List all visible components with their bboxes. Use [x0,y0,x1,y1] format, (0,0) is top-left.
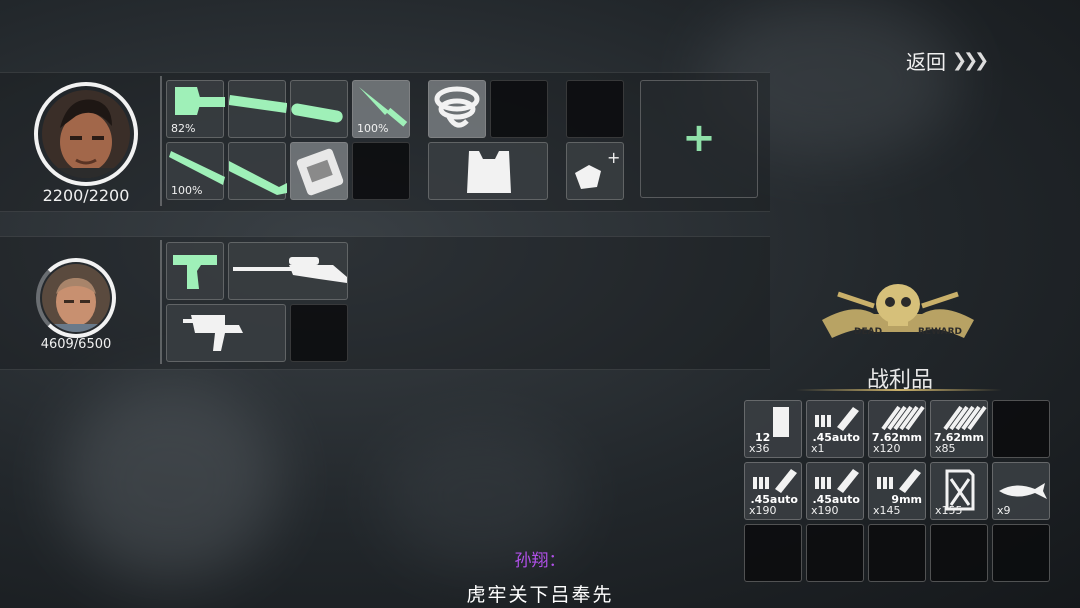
hp-value: 2200/2200 [42,186,130,205]
loot-slot-fuel-can[interactable]: x155 [930,462,988,520]
quantity-label: x120 [873,442,901,455]
loot-slot-rifle-ammo[interactable]: 7.62mm x85 [930,400,988,458]
survivor-portrait[interactable] [34,82,138,186]
equip-slot-axe[interactable]: 82% [166,80,225,138]
equip-slot-axe-handle-end[interactable] [290,80,348,138]
loot-slot-ammo[interactable]: 9mm x145 [868,462,926,520]
emblem-text-left: DEAD [854,327,882,337]
quantity-label: x190 [811,504,839,517]
quantity-label: x36 [749,442,770,455]
hp-value: 4609/6500 [40,337,112,352]
equip-slot-smg[interactable] [166,304,286,362]
condition-label: 100% [357,122,389,135]
equip-slot-empty[interactable] [352,142,410,200]
equip-slot-sniper-rifle[interactable] [228,242,348,300]
quantity-label: x9 [997,504,1011,517]
equip-slot-baseball-bat[interactable]: 100% [166,142,225,200]
condition-label: 100% [171,184,203,197]
subtitle-line: 虎牢关下吕奉先 [466,584,614,606]
divider [160,240,162,364]
loot-slot-rifle-ammo[interactable]: 7.62mm x120 [868,400,926,458]
quantity-label: x145 [873,504,901,517]
equip-slot-body-armor[interactable] [428,142,548,200]
equip-slot-knife[interactable]: 100% [352,80,410,138]
avatar [42,90,130,178]
quantity-label: x85 [935,442,956,455]
loot-slot-shotgun-shells[interactable]: 12 x36 [744,400,802,458]
loot-slot-ammo[interactable]: .45auto x190 [806,462,864,520]
loot-slot-ammo[interactable]: .45auto x1 [806,400,864,458]
add-equipment-button[interactable]: + [640,80,758,198]
equip-slot-empty[interactable] [490,80,548,138]
subtitle-speaker: 孙翔： [514,551,566,571]
equip-slot-pistol[interactable] [166,242,224,300]
equip-slot-axe-handle[interactable] [228,80,287,138]
back-label: 返回 [906,49,946,74]
back-button[interactable]: 返回 ❯❯❯ [906,46,989,74]
svg-text:+: + [607,148,620,167]
skull-emblem-icon: DEAD REWARD [814,280,982,360]
equip-slot-crafting-materials[interactable]: + [566,142,624,200]
emblem-text-right: REWARD [918,327,962,337]
quantity-label: x190 [749,504,777,517]
survivor-portrait[interactable] [36,258,116,338]
plus-icon: + [682,115,716,161]
loot-slot-ammo[interactable]: .45auto x190 [744,462,802,520]
avatar [42,264,110,332]
quantity-label: x1 [811,442,825,455]
equip-slot-rope[interactable] [428,80,486,138]
quantity-label: x155 [935,504,963,517]
equip-slot-baseball-bat-end[interactable] [228,142,287,200]
loot-slot-empty[interactable] [992,400,1050,458]
divider [796,389,1002,391]
equip-slot-bandage-pack[interactable] [290,142,348,200]
condition-label: 82% [171,122,196,135]
loot-slot-fish[interactable]: x9 [992,462,1050,520]
chevron-right-icon: ❯❯❯ [952,49,989,71]
equip-slot-empty[interactable] [566,80,624,138]
equip-slot-empty[interactable] [290,304,348,362]
divider [160,76,162,206]
